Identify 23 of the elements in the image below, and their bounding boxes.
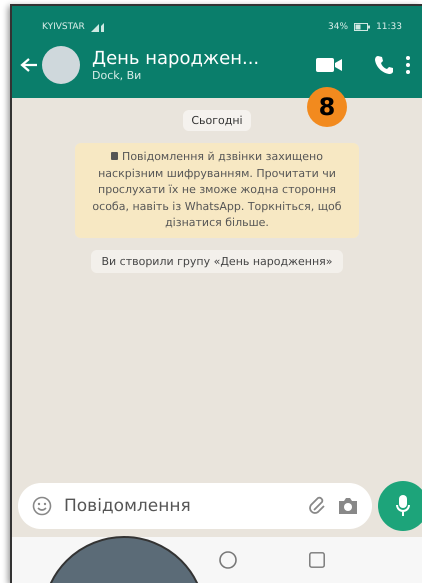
camera-icon[interactable] <box>338 497 358 515</box>
message-input[interactable]: Повідомлення <box>62 495 298 517</box>
microphone-button[interactable] <box>378 481 422 531</box>
phone-icon[interactable] <box>374 55 394 75</box>
home-button-icon[interactable] <box>218 550 238 570</box>
callout-badge: 8 <box>307 87 347 127</box>
battery-percent: 34% <box>328 22 348 32</box>
back-arrow-icon[interactable] <box>20 57 38 73</box>
emoji-icon[interactable] <box>32 496 52 516</box>
message-field[interactable]: Повідомлення <box>18 483 372 529</box>
system-message: Ви створили групу «День народження» <box>91 250 343 272</box>
microphone-icon <box>396 495 410 517</box>
chat-members: Dock, Ви <box>92 69 142 82</box>
chat-title[interactable]: День народжен... <box>92 48 304 69</box>
group-avatar[interactable] <box>42 46 80 84</box>
video-camera-icon[interactable] <box>316 57 342 73</box>
recent-apps-icon[interactable] <box>308 551 326 569</box>
date-chip: Сьогодні <box>183 110 251 131</box>
encryption-notice[interactable]: Повідомлення й дзвінки захищено наскрізним шифруванням. Прочитати чи прослухати їх не зможе жодна стороння особа, навіть із WhatsApp. Торкніться, щоб дізнатися більше. <box>75 143 359 238</box>
battery-icon <box>354 23 370 31</box>
carrier-name: KYIVSTAR <box>42 22 85 32</box>
clock-time: 11:33 <box>376 22 402 32</box>
more-options-icon[interactable] <box>406 56 410 74</box>
